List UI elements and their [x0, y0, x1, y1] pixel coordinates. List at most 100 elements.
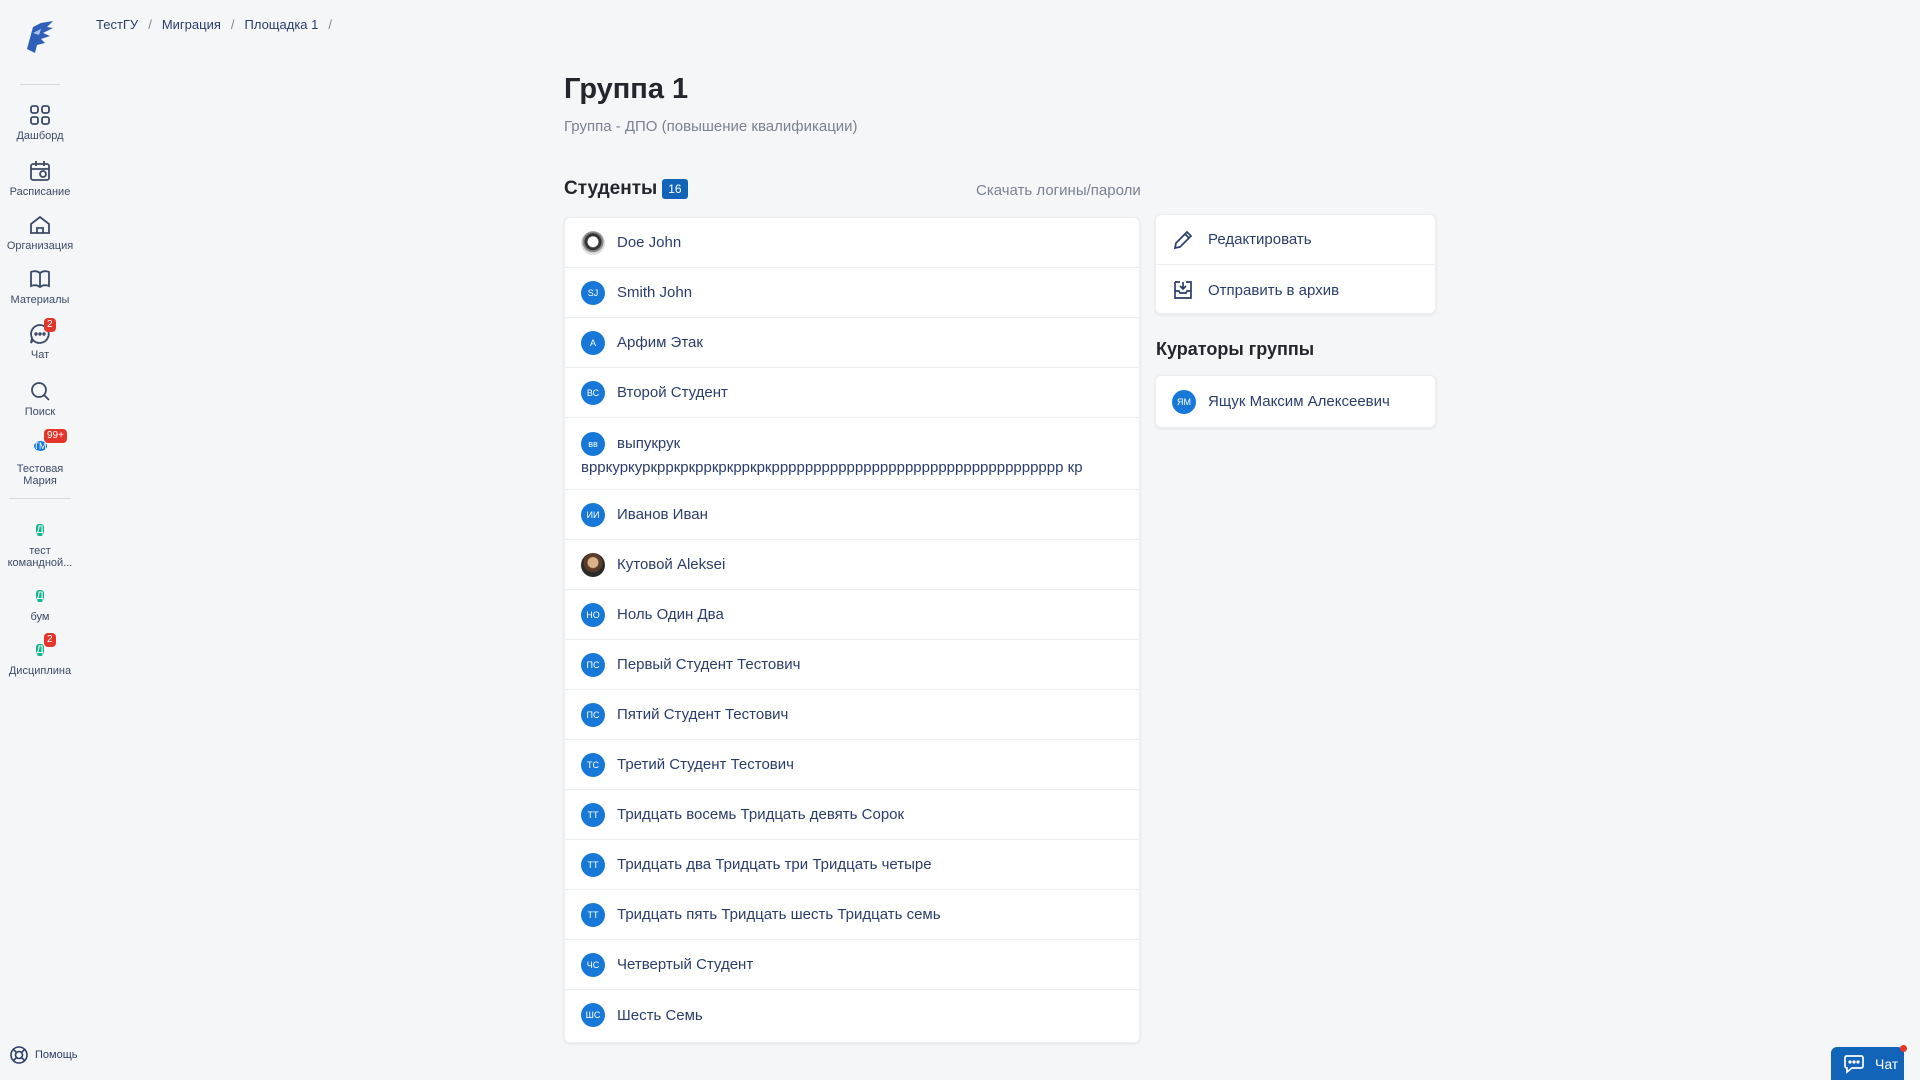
sidebar-item-schedule[interactable]: Расписание [0, 159, 80, 198]
sidebar-course-1[interactable]: Д тест командной... [0, 518, 80, 569]
sidebar-item-search[interactable]: Поиск [0, 379, 80, 418]
student-row[interactable]: ШС Шесть Семь [565, 990, 1139, 1040]
curators-list: ЯМ Ящук Максим Алексеевич [1155, 375, 1436, 428]
student-name: Тридцать восемь Тридцать девять Сорок [617, 806, 905, 823]
sidebar-divider [9, 498, 71, 499]
student-row[interactable]: ЧС Четвертый Студент [565, 940, 1139, 990]
chat-widget-button[interactable]: Чат [1831, 1047, 1904, 1080]
student-row[interactable]: ТТ Тридцать пять Тридцать шесть Тридцать … [565, 890, 1139, 940]
avatar: SJ [581, 280, 605, 305]
breadcrumb: ТестГУ / Миграция / Площадка 1 / [96, 17, 332, 32]
student-row[interactable]: ИИ Иванов Иван [565, 490, 1139, 540]
student-row[interactable]: А Арфим Этак [565, 318, 1139, 368]
sidebar-item-label: Поиск [24, 406, 56, 418]
pencil-icon [1173, 230, 1193, 249]
sidebar-item-organization[interactable]: Организация [0, 213, 80, 252]
student-row[interactable]: ТС Третий Студент Тестович [565, 740, 1139, 790]
course-label: Дисциплина [8, 665, 72, 677]
avatar: ИИ [581, 502, 605, 527]
student-row[interactable]: Doe John [565, 218, 1139, 268]
group-actions: Редактировать Отправить в архив [1155, 214, 1436, 314]
avatar [581, 552, 605, 577]
sidebar-profile[interactable]: ТМ 99+ Тестовая Мария [0, 429, 80, 487]
student-name: Пятий Студент Тестович [617, 706, 789, 723]
chat-widget-label: Чат [1875, 1055, 1899, 1072]
student-row[interactable]: ПС Пятий Студент Тестович [565, 690, 1139, 740]
archive-icon [1174, 281, 1192, 299]
sidebar-course-2[interactable]: Д бум [0, 584, 80, 623]
student-name: Тридцать пять Тридцать шесть Тридцать се… [617, 906, 941, 923]
breadcrumb-separator: / [230, 17, 235, 32]
student-name: Первый Студент Тестович [617, 656, 801, 673]
help-label: Помощь [35, 1049, 78, 1061]
student-row[interactable]: ТТ Тридцать восемь Тридцать девять Сорок [565, 790, 1139, 840]
student-name: Doe John [617, 234, 682, 251]
sidebar-item-dashboard[interactable]: Дашборд [0, 103, 80, 142]
profile-badge: 99+ [44, 429, 67, 443]
sidebar-course-3[interactable]: Д 2 Дисциплина [0, 633, 80, 677]
chat-notification-dot [1900, 1045, 1907, 1052]
student-name: Кутовой Aleksei [617, 556, 726, 573]
student-name: Второй Студент [617, 384, 728, 401]
calendar-icon [28, 159, 52, 183]
help-button[interactable]: Помощь [9, 1045, 78, 1065]
breadcrumb-item[interactable]: Площадка 1 [245, 17, 319, 32]
avatar [581, 230, 605, 255]
download-credentials-link[interactable]: Скачать логины/пароли [976, 182, 1141, 199]
avatar: ЯМ [1172, 389, 1196, 414]
course-label: бум [30, 611, 50, 623]
course-icon: Д [36, 590, 44, 602]
student-row[interactable]: НО Ноль Один Два [565, 590, 1139, 640]
archive-label: Отправить в архив [1208, 281, 1340, 299]
avatar: ЧС [581, 952, 605, 977]
chat-badge: 2 [44, 318, 56, 332]
sidebar-item-chat[interactable]: 2 Чат [0, 318, 80, 361]
sidebar-item-label: Чат [30, 349, 50, 361]
students-count-badge: 16 [662, 179, 688, 199]
sidebar-divider [20, 84, 60, 85]
page-subtitle: Группа - ДПО (повышение квалификации) [564, 118, 858, 135]
avatar: ПС [581, 702, 605, 727]
archive-button[interactable]: Отправить в архив [1156, 265, 1435, 315]
curator-row[interactable]: ЯМ Ящук Максим Алексеевич [1156, 376, 1435, 427]
avatar: вв [581, 432, 605, 457]
student-name-continued: врркуркуркрркркрркркрркркррррррррррррррр… [581, 459, 1083, 477]
avatar: ПС [581, 652, 605, 677]
avatar: ТТ [581, 802, 605, 827]
student-row[interactable]: ПС Первый Студент Тестович [565, 640, 1139, 690]
student-row[interactable]: вв выпукрук врркуркуркрркркрркркрркркррррр… [565, 418, 1139, 490]
lifebuoy-icon [10, 1046, 28, 1064]
breadcrumb-item[interactable]: ТестГУ [96, 17, 138, 32]
avatar: НО [581, 602, 605, 627]
edit-button[interactable]: Редактировать [1156, 215, 1435, 265]
student-row[interactable]: SJ Smith John [565, 268, 1139, 318]
sidebar-item-label: Расписание [9, 186, 71, 198]
students-title: Студенты [564, 178, 658, 199]
avatar: ТС [581, 752, 605, 777]
student-row[interactable]: ТТ Тридцать два Тридцать три Тридцать чет… [565, 840, 1139, 890]
sidebar-item-label: Материалы [10, 294, 70, 306]
logo-icon[interactable] [23, 19, 57, 55]
sidebar-item-materials[interactable]: Материалы [0, 267, 80, 306]
student-name: Ноль Один Два [617, 606, 724, 623]
student-name: Четвертый Студент [617, 956, 754, 973]
breadcrumb-item[interactable]: Миграция [162, 17, 221, 32]
avatar: А [581, 330, 605, 355]
book-icon [28, 267, 52, 291]
sidebar-item-label: Организация [6, 240, 74, 252]
student-name: Третий Студент Тестович [617, 756, 794, 773]
student-row[interactable]: Кутовой Aleksei [565, 540, 1139, 590]
avatar: ТТ [581, 902, 605, 927]
search-icon [28, 379, 52, 403]
profile-name: Мария [23, 475, 57, 487]
avatar: ВС [581, 380, 605, 405]
avatar: ТТ [581, 852, 605, 877]
sidebar: Дашборд Расписание Организация Материалы… [0, 0, 80, 1080]
student-row[interactable]: ВС Второй Студент [565, 368, 1139, 418]
student-name: Иванов Иван [617, 506, 708, 523]
home-icon [28, 213, 52, 237]
course-label: командной... [7, 557, 73, 569]
chat-icon: 2 [28, 318, 56, 346]
avatar: ТМ [33, 441, 47, 451]
student-name: Тридцать два Тридцать три Тридцать четыр… [617, 856, 932, 873]
